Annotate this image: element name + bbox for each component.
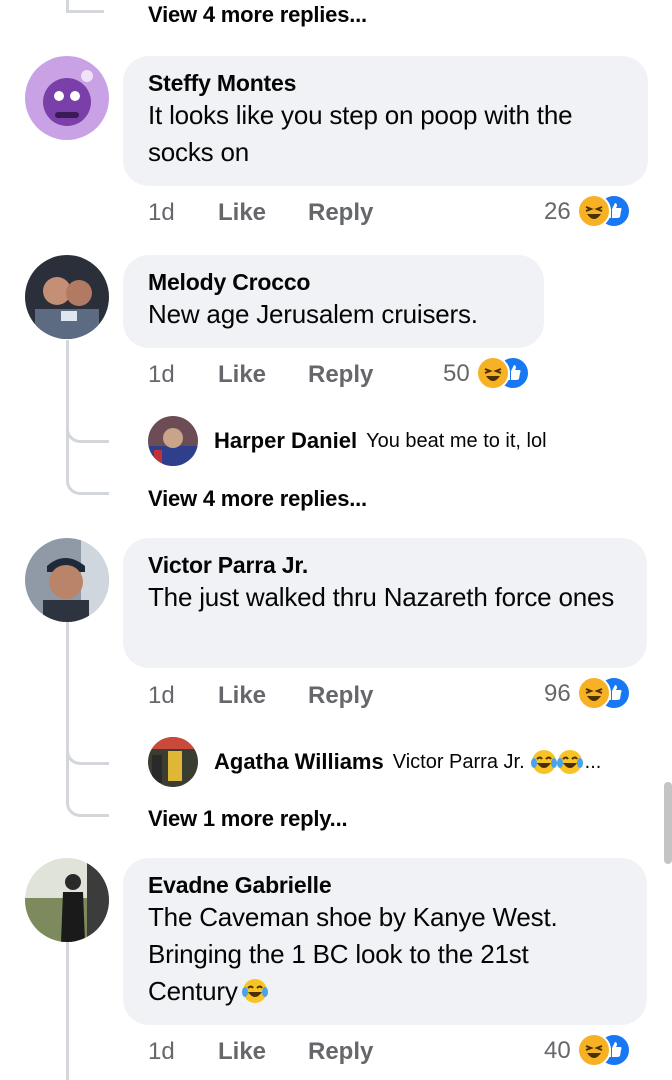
thread-curve-melody-more [66,440,109,495]
tears-of-joy-emoji [530,749,585,775]
avatar-steffy-image [25,56,109,140]
avatar-victor-image [25,538,109,622]
reply-button[interactable]: Reply [308,1035,373,1069]
view-more-replies[interactable]: View 4 more replies... [148,486,367,512]
comment-time[interactable]: 1d [148,1035,218,1069]
reaction-summary[interactable]: 40 [544,1032,633,1070]
thread-curve-victor-reply [66,722,109,765]
reaction-count: 26 [544,198,571,225]
reply-text: You beat me to it, lol [366,429,547,452]
haha-reaction-icon [576,194,611,228]
haha-reaction-icon [475,356,510,390]
reply-author[interactable]: Agatha Williams [214,749,384,775]
haha-reaction-icon [576,1033,611,1067]
thread-curve-melody-reply [66,400,109,443]
avatar[interactable] [25,538,109,622]
thread-line-evadne [66,942,69,1080]
reply-button[interactable]: Reply [308,358,373,392]
comment-actions: 1d Like Reply [148,679,373,713]
comment-author[interactable]: Steffy Montes [148,69,623,97]
like-button[interactable]: Like [218,679,308,713]
tears-of-joy-emoji [241,977,268,1014]
comment-bubble: Victor Parra Jr. The just walked thru Na… [123,538,647,668]
reaction-count: 40 [544,1037,571,1064]
like-button[interactable]: Like [218,196,308,230]
reply-button[interactable]: Reply [308,196,373,230]
reply-ellipsis: ... [584,750,602,773]
scrollbar-thumb[interactable] [664,782,672,864]
comment-time[interactable]: 1d [148,358,218,392]
top-thread-curve [66,0,104,13]
comment-actions: 1d Like Reply [148,1035,373,1069]
view-more-replies-top[interactable]: View 4 more replies... [148,2,367,28]
reaction-summary[interactable]: 26 [544,193,633,231]
reply-button[interactable]: Reply [308,679,373,713]
avatar-evadne-image [25,858,109,942]
comment-actions: 1d Like Reply [148,196,373,230]
comment-bubble: Steffy Montes It looks like you step on … [123,56,648,186]
comment-text: New age Jerusalem cruisers. [148,299,478,329]
comment-bubble: Melody Crocco New age Jerusalem cruisers… [123,255,544,348]
reaction-summary[interactable]: 96 [544,675,633,713]
comment-actions: 1d Like Reply [148,358,373,392]
thread-curve-victor-more [66,762,109,817]
comment-text: It looks like you step on poop with the … [148,100,573,167]
avatar[interactable] [25,255,109,339]
comment-text: The just walked thru Nazareth force ones [148,582,615,612]
avatar[interactable] [25,858,109,942]
comment-text: The Caveman shoe by Kanye West. Bringing… [148,899,622,1014]
like-button[interactable]: Like [218,1035,308,1069]
reaction-count: 96 [544,680,571,707]
reply-author[interactable]: Harper Daniel [214,428,357,454]
reaction-count: 50 [443,360,470,387]
comment-author[interactable]: Victor Parra Jr. [148,551,622,579]
comment-bubble: Evadne Gabrielle The Caveman shoe by Kan… [123,858,647,1025]
comment-time[interactable]: 1d [148,679,218,713]
reply-text: Victor Parra Jr. [392,750,525,773]
view-more-replies[interactable]: View 1 more reply... [148,806,348,832]
comment-text-body: The Caveman shoe by Kanye West. Bringing… [148,902,558,1006]
like-button[interactable]: Like [218,358,308,392]
reply-preview[interactable]: Agatha Williams Victor Parra Jr. ... [148,737,601,787]
avatar[interactable] [25,56,109,140]
comment-author[interactable]: Melody Crocco [148,268,519,296]
haha-reaction-icon [576,676,611,710]
reaction-summary[interactable]: 50 [443,355,532,393]
avatar-melody-image [25,255,109,339]
reply-preview[interactable]: Harper Daniel You beat me to it, lol [148,416,547,466]
comment-time[interactable]: 1d [148,196,218,230]
comment-author[interactable]: Evadne Gabrielle [148,871,622,899]
